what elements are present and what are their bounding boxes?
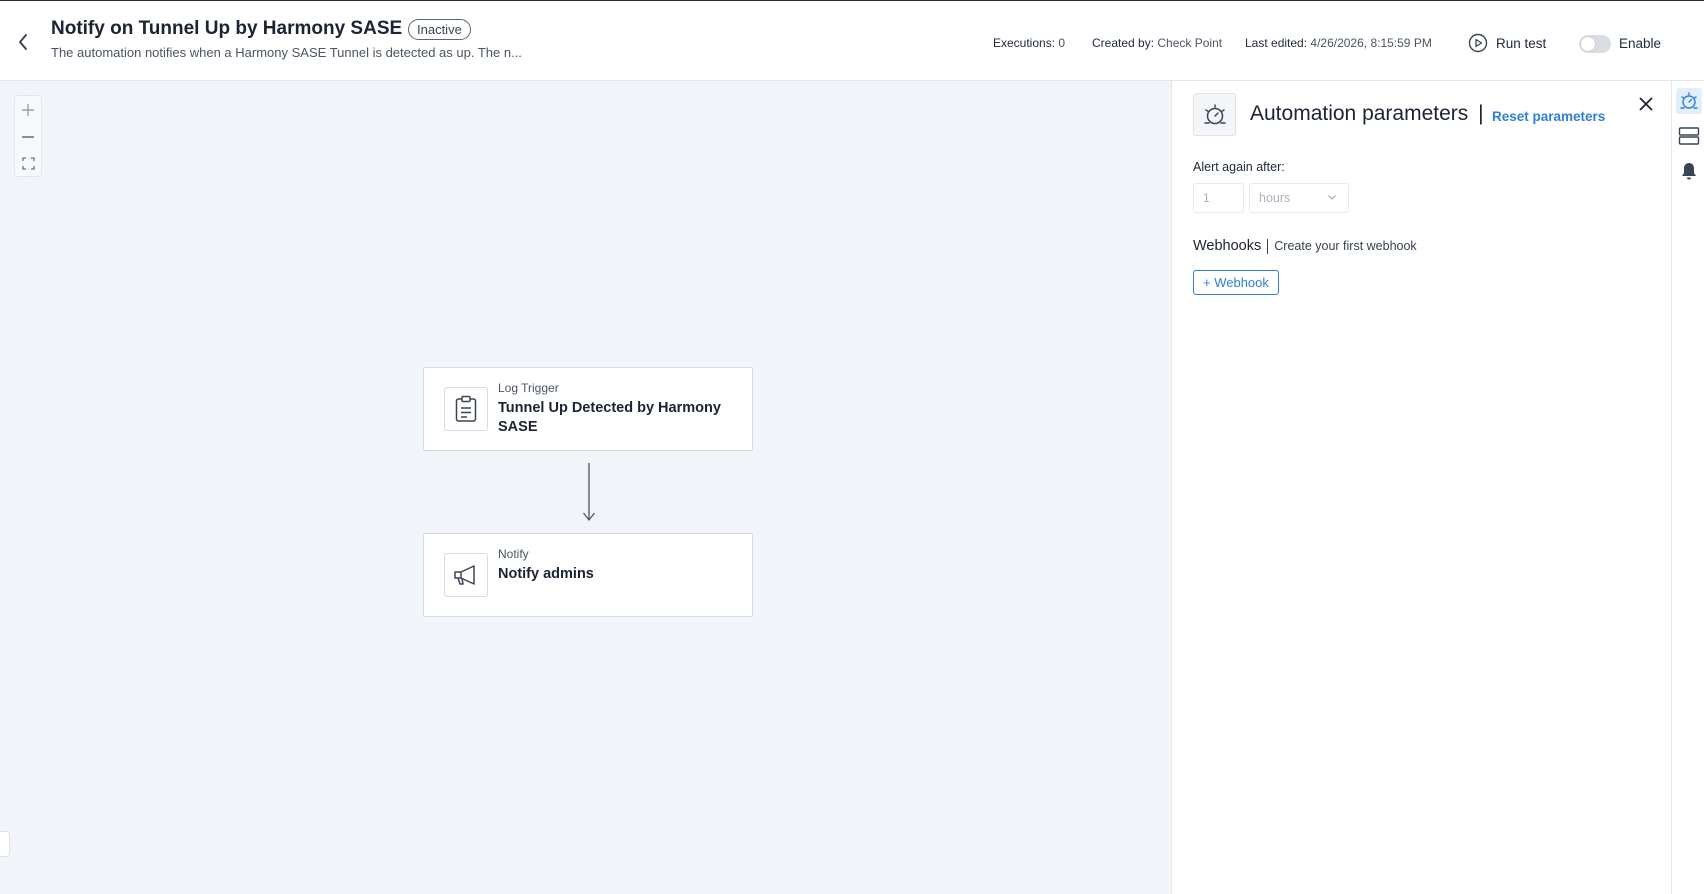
alert-again-unit-select[interactable]: hours <box>1249 183 1349 213</box>
run-test-button[interactable]: Run test <box>1468 33 1546 53</box>
title-separator: | <box>1478 102 1484 125</box>
play-circle-icon <box>1468 33 1488 53</box>
bell-icon <box>1682 163 1696 180</box>
panel-icon-box <box>1193 93 1236 136</box>
webhooks-header: Webhooks Create your first webhook <box>1193 238 1417 254</box>
panel-title-text: Automation parameters <box>1250 102 1469 125</box>
enable-label: Enable <box>1619 36 1662 51</box>
status-badge: Inactive <box>408 19 471 40</box>
connector-arrow <box>582 463 596 522</box>
megaphone-icon <box>454 565 475 585</box>
notify-node[interactable]: Notify Notify admins <box>423 533 753 617</box>
chevron-down-icon <box>1328 195 1336 200</box>
fit-view-icon <box>21 157 35 170</box>
alert-again-label: Alert again after: <box>1193 160 1285 174</box>
add-webhook-button[interactable]: + Webhook <box>1193 270 1279 295</box>
page-title: Notify on Tunnel Up by Harmony SASE <box>51 18 403 39</box>
alert-again-value-input[interactable]: 1 <box>1193 183 1244 213</box>
chevron-left-icon <box>19 34 27 50</box>
rail-automation-parameters[interactable] <box>1676 88 1702 114</box>
layers-icon <box>1678 127 1700 145</box>
clipboard-icon <box>455 395 477 422</box>
fit-view-button[interactable] <box>15 150 41 177</box>
automation-description: The automation notifies when a Harmony S… <box>51 45 522 60</box>
webhooks-hint: Create your first webhook <box>1274 239 1417 253</box>
executions-value: 0 <box>1058 36 1066 50</box>
right-rail <box>1671 81 1704 894</box>
trigger-node-title: Tunnel Up Detected by Harmony SASE <box>498 400 721 435</box>
last-edited-value: 4/26/2026, 8:15:59 PM <box>1310 36 1432 50</box>
notify-node-title: Notify admins <box>498 566 594 582</box>
automation-parameters-icon <box>1680 92 1698 109</box>
webhooks-separator <box>1267 238 1269 254</box>
zoom-out-icon <box>22 135 34 138</box>
unit-select-value: hours <box>1259 191 1291 205</box>
left-drawer-handle[interactable] <box>0 831 10 857</box>
toggle-knob <box>1581 37 1595 51</box>
close-icon <box>1639 97 1653 111</box>
workflow-canvas[interactable]: Log Trigger Tunnel Up Detected by Harmon… <box>0 81 1171 894</box>
notify-node-icon-box <box>444 553 488 597</box>
close-panel-button[interactable] <box>1635 93 1657 115</box>
last-edited-meta: Last edited: 4/26/2026, 8:15:59 PM <box>1245 36 1432 50</box>
zoom-in-button[interactable] <box>15 96 41 123</box>
notify-node-type: Notify <box>498 547 529 561</box>
automation-parameters-icon <box>1203 103 1226 124</box>
back-button[interactable] <box>12 31 34 53</box>
created-by-meta: Created by: Check Point <box>1092 36 1222 50</box>
webhooks-label: Webhooks <box>1193 238 1262 254</box>
executions-label: Executions: <box>993 36 1056 50</box>
automation-editor: Notify on Tunnel Up by Harmony SASE Inac… <box>0 0 1704 894</box>
panel-title: Automation parameters | <box>1250 102 1484 126</box>
created-by-label: Created by: <box>1092 36 1155 50</box>
reset-parameters-link[interactable]: Reset parameters <box>1492 109 1605 124</box>
header: Notify on Tunnel Up by Harmony SASE Inac… <box>0 1 1704 81</box>
zoom-out-button[interactable] <box>15 123 41 150</box>
last-edited-label: Last edited: <box>1245 36 1308 50</box>
zoom-in-icon <box>22 103 34 116</box>
trigger-node-icon-box <box>444 387 488 431</box>
created-by-value: Check Point <box>1157 36 1223 50</box>
rail-layers[interactable] <box>1676 123 1702 149</box>
rail-notifications[interactable] <box>1676 158 1702 184</box>
automation-parameters-panel: Automation parameters | Reset parameters… <box>1171 81 1671 894</box>
trigger-node[interactable]: Log Trigger Tunnel Up Detected by Harmon… <box>423 367 753 451</box>
run-test-label: Run test <box>1496 35 1547 51</box>
enable-toggle[interactable] <box>1579 35 1611 53</box>
trigger-node-type: Log Trigger <box>498 381 559 395</box>
zoom-controls <box>14 95 42 177</box>
executions-meta: Executions: 0 <box>993 36 1065 50</box>
